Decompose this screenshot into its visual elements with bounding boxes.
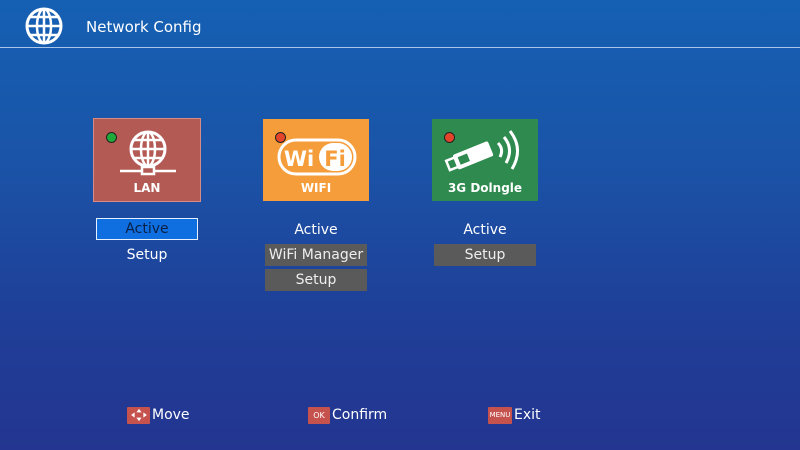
globe-icon — [25, 7, 63, 45]
footer-label: Move — [152, 407, 190, 423]
lan-globe-icon — [120, 130, 176, 176]
footer-move: Move — [127, 405, 190, 425]
svg-text:Wi: Wi — [284, 147, 314, 171]
wifi-manager-option[interactable]: WiFi Manager — [265, 244, 367, 266]
tile-label: WIFI — [300, 181, 332, 195]
lan-active-option[interactable]: Active — [96, 218, 198, 240]
footer-label: Exit — [514, 407, 541, 423]
footer-exit: MENU Exit — [488, 405, 541, 425]
tile-3g-dongle[interactable]: 3G Dolngle — [432, 119, 538, 201]
usb-dongle-icon — [444, 130, 519, 172]
tile-label: LAN — [133, 181, 161, 195]
svg-text:Fi: Fi — [324, 147, 346, 171]
tile-lan[interactable]: LAN — [93, 118, 201, 202]
tile-label: 3G Dolngle — [447, 181, 523, 195]
menu-key-icon: MENU — [488, 406, 512, 424]
arrows-icon — [127, 406, 150, 424]
page-title: Network Config — [86, 18, 202, 36]
wifi-logo-icon: Wi Fi — [277, 138, 357, 176]
dongle-setup-option[interactable]: Setup — [434, 244, 536, 266]
header-bar: Network Config — [0, 0, 800, 48]
dongle-active-option[interactable]: Active — [434, 219, 536, 241]
footer-label: Confirm — [332, 407, 388, 423]
tile-wifi[interactable]: Wi Fi WIFI — [263, 119, 369, 201]
footer-confirm: OK Confirm — [308, 405, 387, 425]
status-led — [106, 132, 117, 143]
wifi-setup-option[interactable]: Setup — [265, 269, 367, 291]
wifi-active-option[interactable]: Active — [265, 219, 367, 241]
lan-setup-option[interactable]: Setup — [96, 244, 198, 266]
ok-key-icon: OK — [308, 406, 330, 424]
